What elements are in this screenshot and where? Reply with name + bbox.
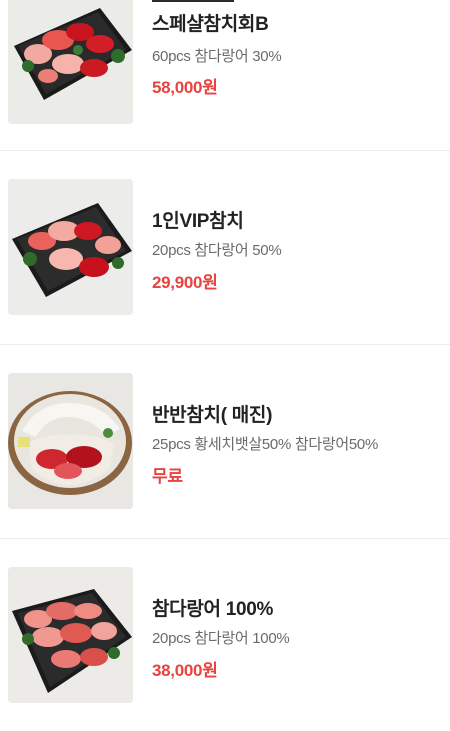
product-title: 1인VIP참치: [152, 211, 244, 232]
product-title: 참다랑어 100%: [152, 599, 274, 620]
product-item[interactable]: 1인VIP참치 20pcs 참다랑어 50% 29,900원: [0, 151, 450, 343]
product-description: 60pcs 참다랑어 30%: [152, 48, 282, 65]
product-price: 29,900원: [152, 273, 218, 292]
product-description: 25pcs 황세치뱃살50% 참다랑어50%: [152, 436, 379, 453]
product-description: 20pcs 참다랑어 50%: [152, 242, 282, 259]
product-item[interactable]: 반반참치( 매진) 25pcs 황세치뱃살50% 참다랑어50% 무료: [0, 345, 450, 537]
product-item[interactable]: 참다랑어 100% 20pcs 참다랑어 100% 38,000원: [0, 539, 450, 731]
product-title: 반반참치( 매진): [152, 405, 273, 426]
product-image-bluefin-tuna-100: [8, 567, 133, 703]
product-description: 20pcs 참다랑어 100%: [152, 630, 290, 647]
product-image-1-vip-tuna: [8, 179, 133, 315]
product-title: 스페샬참치회B: [152, 14, 269, 35]
product-price: 38,000원: [152, 661, 218, 680]
product-image-half-tuna: [8, 373, 133, 509]
product-price: 무료: [152, 467, 183, 486]
product-price: 58,000원: [152, 78, 218, 97]
product-item[interactable]: 스페샬참치회B 60pcs 참다랑어 30% 58,000원: [0, 0, 450, 150]
product-image-special-tuna-b: [8, 0, 133, 124]
